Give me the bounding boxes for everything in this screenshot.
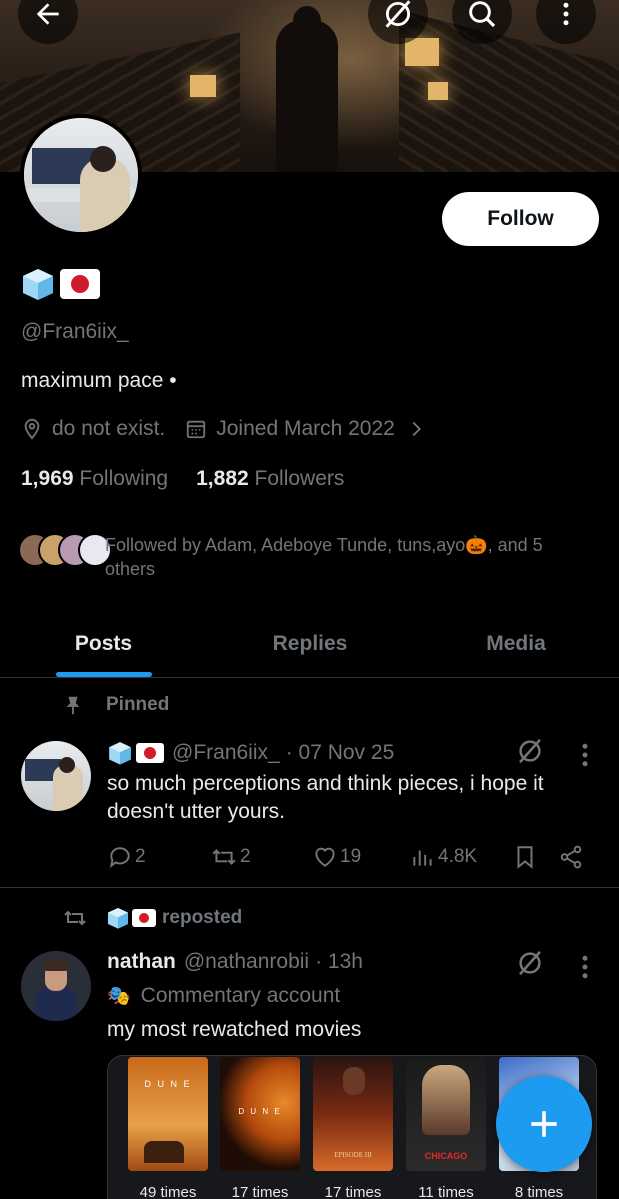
profile-handle: @Fran6iix_: [21, 320, 129, 343]
watch-count: 17 times: [324, 1184, 382, 1199]
watch-count: 49 times: [139, 1184, 197, 1199]
movie-poster: D U N E: [220, 1057, 300, 1171]
tab-replies[interactable]: Replies: [207, 610, 413, 677]
repost-icon: [212, 849, 236, 865]
pin-icon: [66, 696, 80, 715]
reply-icon: [109, 847, 130, 868]
profile-bio: maximum pace •: [21, 369, 177, 392]
japan-flag-emoji: [60, 269, 100, 299]
post-handle[interactable]: @Fran6iix_: [172, 741, 280, 765]
profile-joined: Joined March 2022: [216, 417, 395, 440]
masks-icon: 🎭: [107, 986, 131, 1007]
banner-lamp: [190, 75, 216, 97]
more-vertical-icon[interactable]: [575, 740, 595, 770]
followers-you-know-avatars[interactable]: [18, 533, 112, 567]
post-author-name[interactable]: nathan: [107, 950, 176, 974]
account-label[interactable]: 🎭 Commentary account: [107, 984, 340, 1008]
followers-link[interactable]: 1,882 Followers: [196, 467, 344, 491]
ice-cube-emoji: [109, 742, 131, 765]
grok-icon[interactable]: [515, 948, 545, 978]
pinned-indicator: Pinned: [62, 694, 169, 716]
following-link[interactable]: 1,969 Following: [21, 467, 168, 491]
profile-avatar[interactable]: [20, 114, 142, 236]
more-vertical-icon[interactable]: [575, 952, 595, 982]
post-text: my most rewatched movies: [107, 1018, 362, 1041]
bookmark-button[interactable]: [512, 844, 538, 870]
post-text: so much perceptions and think pieces, i …: [107, 772, 544, 823]
plus-icon: [531, 1111, 557, 1137]
banner-figure: [276, 6, 338, 172]
heart-icon: [315, 847, 335, 867]
grok-icon: [385, 0, 411, 28]
share-button[interactable]: [558, 844, 584, 870]
movie-poster: EPISODE III: [313, 1057, 393, 1171]
japan-flag-emoji: [136, 743, 164, 763]
chevron-right-icon[interactable]: [405, 418, 427, 440]
watch-count: 8 times: [514, 1184, 564, 1199]
grok-icon[interactable]: [515, 736, 545, 766]
share-icon: [560, 845, 582, 869]
post-actions: 2 2 19 4.8K: [107, 840, 587, 874]
post-divider: [0, 887, 619, 888]
calendar-icon: [187, 420, 206, 439]
post-date[interactable]: · 07 Nov 25: [286, 741, 395, 765]
banner-lamp: [405, 38, 439, 66]
japan-flag-emoji: [132, 909, 156, 927]
profile-tabs: Posts Replies Media: [0, 610, 619, 678]
views-icon: [413, 850, 432, 866]
ice-cube-emoji: [20, 266, 56, 302]
post-author-avatar[interactable]: [21, 741, 91, 811]
tab-posts[interactable]: Posts: [0, 610, 207, 677]
arrow-left-icon: [36, 3, 59, 25]
movie-poster: CHICAGO: [406, 1057, 486, 1171]
follow-button[interactable]: Follow: [442, 192, 599, 246]
bookmark-icon: [517, 846, 533, 869]
post-handle[interactable]: @nathanrobii: [184, 950, 309, 974]
reply-button[interactable]: 2: [107, 844, 146, 870]
post-header: @Fran6iix_ · 07 Nov 25: [107, 740, 394, 766]
followed-by-text[interactable]: Followed by Adam, Adeboye Tunde, tuns,ay…: [105, 533, 595, 581]
tab-media[interactable]: Media: [413, 610, 619, 677]
compose-post-button[interactable]: [496, 1076, 592, 1172]
profile-meta: do not exist. Joined March 2022: [21, 417, 427, 441]
watch-count: 17 times: [231, 1184, 289, 1199]
post-author-avatar[interactable]: [21, 951, 91, 1021]
watch-count: 11 times: [418, 1184, 474, 1199]
banner-lamp: [428, 82, 448, 100]
repost-icon: [64, 910, 86, 926]
post-time[interactable]: · 13h: [315, 950, 363, 974]
more-vertical-icon: [563, 2, 569, 26]
repost-indicator[interactable]: reposted: [62, 906, 242, 930]
search-icon: [469, 1, 496, 28]
post-header: nathan @nathanrobii · 13h: [107, 950, 363, 974]
movie-poster: D U N E: [128, 1057, 208, 1171]
views-button[interactable]: 4.8K: [410, 844, 477, 870]
display-name: [20, 266, 100, 302]
profile-stats: 1,969 Following 1,882 Followers: [21, 467, 344, 491]
profile-location: do not exist.: [52, 417, 166, 440]
repost-button[interactable]: 2: [210, 844, 251, 870]
like-button[interactable]: 19: [312, 844, 361, 870]
ice-cube-emoji: [108, 908, 128, 929]
location-icon: [24, 418, 40, 440]
